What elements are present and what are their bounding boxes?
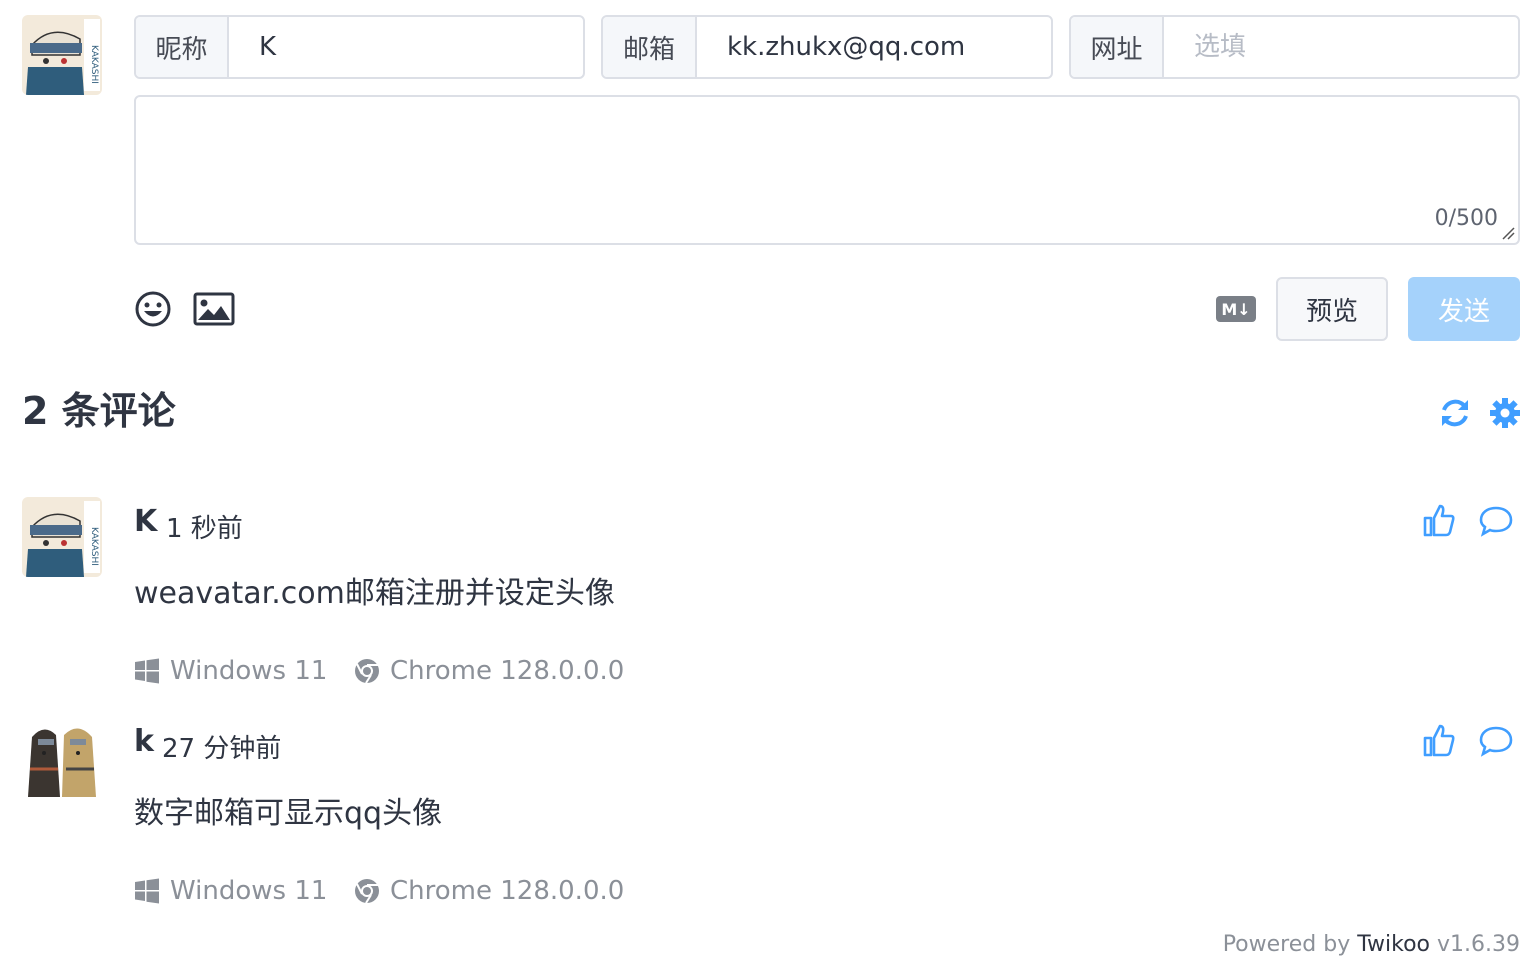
comment-time: 27 分钟前: [162, 734, 282, 764]
twikoo-link[interactable]: Twikoo: [1357, 932, 1430, 957]
comment-textarea[interactable]: 0/500: [134, 95, 1520, 245]
preview-button[interactable]: 预览: [1276, 277, 1388, 341]
gear-icon[interactable]: [1489, 397, 1521, 429]
browser-label: Chrome 128.0.0.0: [390, 876, 625, 906]
version-text: v1.6.39: [1430, 932, 1520, 957]
resize-handle-icon[interactable]: [1501, 226, 1515, 240]
svg-text:KAKASHI: KAKASHI: [89, 45, 99, 84]
comment-nick[interactable]: K: [134, 504, 157, 539]
website-field-group: 网址: [1069, 15, 1520, 79]
nickname-field-group: 昵称: [134, 15, 585, 79]
os-label: Windows 11: [170, 876, 328, 906]
comment-time: 1 秒前: [166, 514, 243, 544]
website-label: 网址: [1071, 17, 1164, 77]
comment-count-title: 2 条评论: [22, 389, 176, 433]
email-label: 邮箱: [603, 17, 697, 77]
comment-content: 数字邮箱可显示qq头像: [134, 796, 443, 831]
comment-content: weavatar.com邮箱注册并设定头像: [134, 576, 615, 611]
like-icon[interactable]: [1422, 503, 1456, 537]
comment-browser: Chrome 128.0.0.0: [354, 876, 624, 906]
email-field-group: 邮箱: [601, 15, 1053, 79]
comment-os: Windows 11: [134, 656, 327, 686]
nickname-input[interactable]: [229, 17, 583, 77]
comment-os: Windows 11: [134, 876, 327, 906]
like-icon[interactable]: [1422, 723, 1456, 757]
powered-by-text: Powered by: [1222, 932, 1358, 957]
current-user-avatar: KAKASHI: [22, 15, 102, 95]
windows-icon: [135, 878, 159, 904]
comment-nick[interactable]: k: [134, 724, 154, 759]
emoji-icon[interactable]: [134, 290, 172, 328]
website-input[interactable]: [1164, 17, 1518, 77]
email-input[interactable]: [697, 17, 1051, 77]
send-button[interactable]: 发送: [1408, 277, 1520, 341]
comment-avatar[interactable]: KAKASHI: [22, 497, 102, 577]
image-upload-icon[interactable]: [193, 292, 235, 326]
comment-browser: Chrome 128.0.0.0: [354, 656, 624, 686]
comment-avatar[interactable]: [22, 717, 102, 797]
browser-label: Chrome 128.0.0.0: [390, 656, 625, 686]
svg-text:KAKASHI: KAKASHI: [89, 527, 99, 566]
windows-icon: [135, 658, 159, 684]
char-counter: 0/500: [1434, 206, 1498, 231]
chrome-icon: [355, 659, 379, 684]
reply-icon[interactable]: [1479, 725, 1513, 757]
reply-icon[interactable]: [1479, 505, 1513, 537]
nickname-label: 昵称: [136, 17, 229, 77]
refresh-icon[interactable]: [1437, 395, 1473, 431]
os-label: Windows 11: [170, 656, 328, 686]
powered-by-footer: Powered by Twikoo v1.6.39: [1223, 932, 1520, 957]
chrome-icon: [355, 879, 379, 904]
markdown-icon: M↓: [1216, 296, 1256, 322]
